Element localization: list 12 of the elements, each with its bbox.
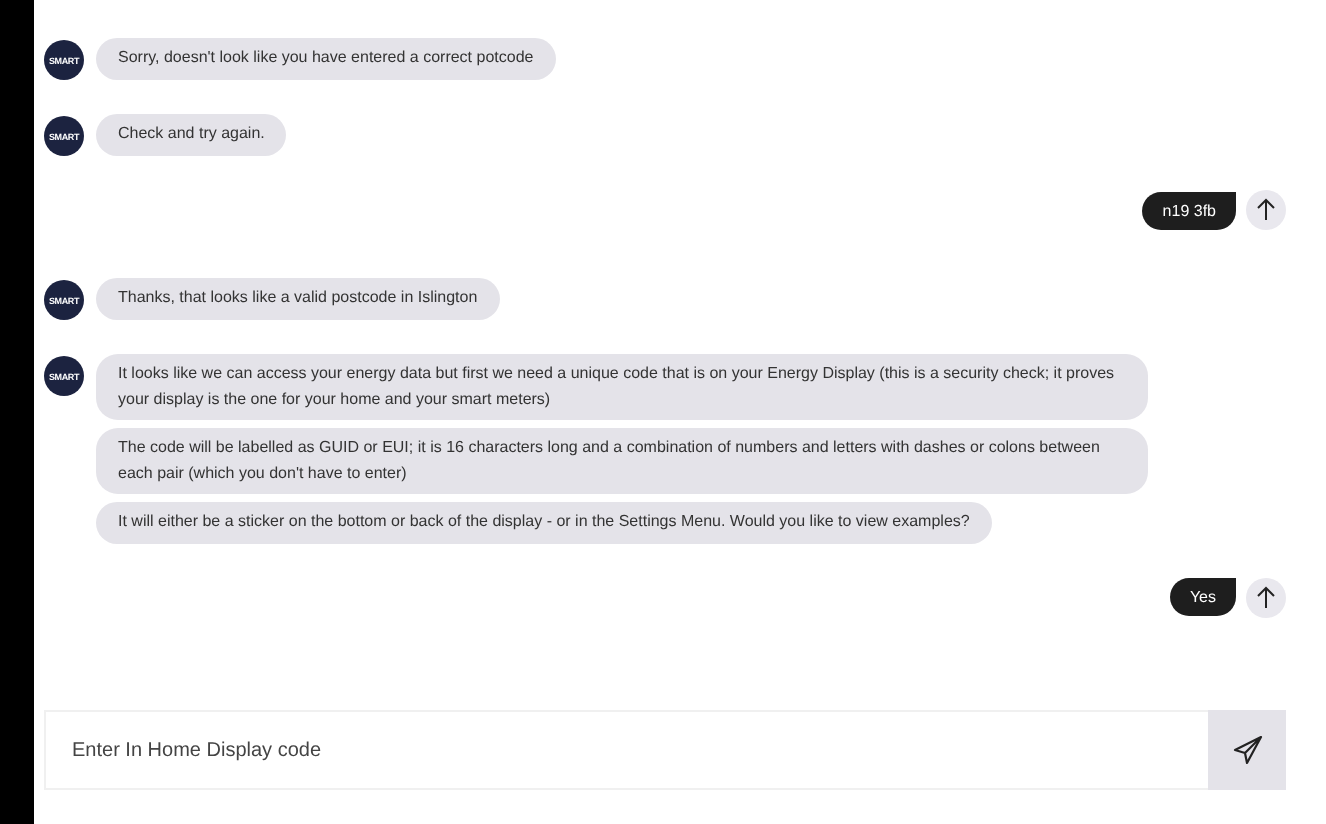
- input-field[interactable]: Enter In Home Display code: [44, 710, 1208, 790]
- message-bubble: Thanks, that looks like a valid postcode in Islington: [96, 278, 500, 319]
- arrow-up-icon[interactable]: [1246, 190, 1286, 230]
- message-bubble: It looks like we can access your energy data but first we need a unique code that is on your Energy Display (this is a security check; it proves your display is the one for your home and your smart meters): [96, 354, 1148, 420]
- user-message-bubble: n19 3fb: [1142, 191, 1236, 229]
- user-message-bubble: Yes: [1169, 578, 1236, 616]
- arrow-up-icon[interactable]: [1246, 577, 1286, 617]
- message-bubble: Check and try again.: [96, 114, 287, 155]
- message-bubble: Sorry, doesn't look like you have entered a correct potcode: [96, 38, 556, 79]
- message-bubble: The code will be labelled as GUID or EUI; it is 16 characters long and a combination of numbers and letters with dashes or colons between each pair (which you don't have to enter): [96, 428, 1148, 494]
- send-icon[interactable]: [1208, 710, 1286, 790]
- message-bubble: It will either be a sticker on the bottom or back of the display - or in the Settings Menu. Would you like to view examples?: [96, 502, 992, 543]
